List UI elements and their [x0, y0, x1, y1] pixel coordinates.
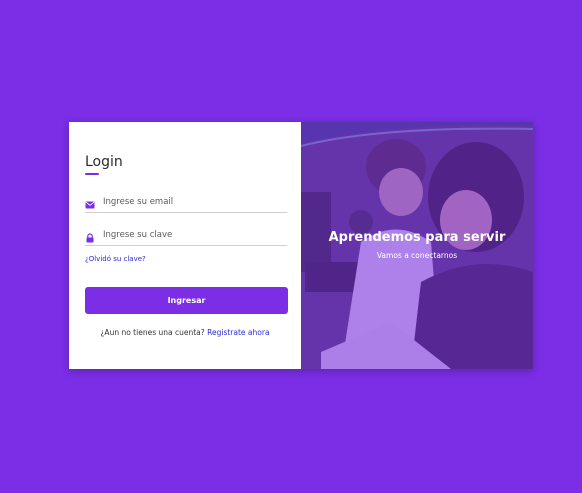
hero-title: Aprendemos para servir — [328, 230, 506, 245]
password-input[interactable] — [101, 225, 285, 245]
forgot-password-link[interactable]: ¿Olvidó su clave? — [85, 255, 146, 263]
login-button[interactable]: Ingresar — [85, 287, 288, 314]
purple-overlay — [301, 122, 533, 369]
signup-link[interactable]: Registrate ahora — [207, 328, 269, 337]
hero-panel: Aprendemos para servir Vamos a conectarn… — [301, 122, 533, 369]
signup-row: ¿Aun no tienes una cuenta? Registrate ah… — [69, 328, 301, 337]
title-underline — [85, 173, 99, 175]
signup-prompt: ¿Aun no tienes una cuenta? — [100, 328, 205, 337]
login-card: Login ¿Olvidó su clave? Ingresar — [69, 122, 533, 369]
envelope-icon — [85, 195, 95, 209]
email-input[interactable] — [101, 192, 285, 212]
email-field[interactable] — [85, 192, 287, 213]
login-panel: Login ¿Olvidó su clave? Ingresar — [69, 122, 301, 369]
password-field[interactable] — [85, 225, 287, 246]
login-title: Login — [85, 154, 123, 170]
lock-icon — [85, 228, 95, 243]
hero-subtitle: Vamos a conectarnos — [376, 251, 458, 260]
